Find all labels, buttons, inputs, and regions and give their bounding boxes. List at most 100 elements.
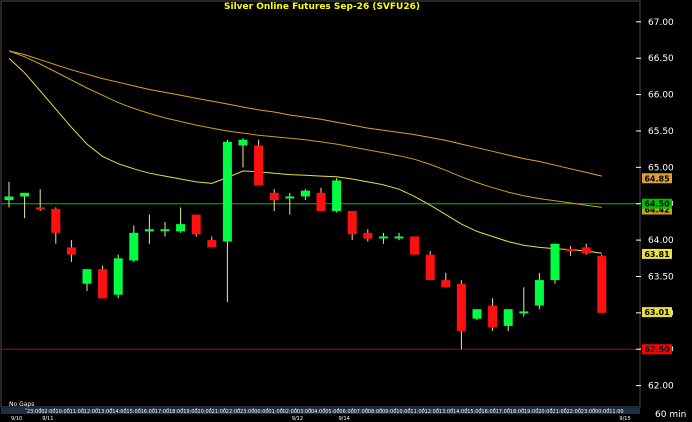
candle-down bbox=[581, 247, 591, 254]
x-time-label: 22:00 bbox=[226, 409, 240, 415]
candle-down bbox=[441, 280, 451, 288]
x-time-label: 01:00 bbox=[268, 409, 282, 415]
price-tag-label: 64.50 bbox=[644, 200, 670, 209]
x-time-label: 16:00 bbox=[141, 409, 155, 415]
candle-up bbox=[394, 236, 404, 239]
candle-up bbox=[519, 311, 529, 314]
candle-down bbox=[51, 208, 61, 233]
candle-down bbox=[488, 305, 498, 328]
candle-down bbox=[316, 192, 326, 211]
price-tag-label: 62.50 bbox=[644, 345, 670, 354]
x-time-label: 22:00 bbox=[567, 409, 581, 415]
x-time-label: 14:00 bbox=[112, 409, 126, 415]
x-time-label: 12:00 bbox=[84, 409, 98, 415]
candle-down bbox=[191, 214, 201, 235]
x-time-label: 20:00 bbox=[538, 409, 552, 415]
x-time-label: 00:00 bbox=[595, 409, 609, 415]
x-time-label: 15:00 bbox=[467, 409, 481, 415]
candle-down bbox=[254, 145, 264, 186]
x-date-label: 9/15 bbox=[619, 416, 630, 422]
price-tag-label: 63.81 bbox=[644, 250, 670, 259]
candle-up bbox=[300, 190, 310, 197]
x-time-label: 12:00 bbox=[425, 409, 439, 415]
candle-down bbox=[98, 269, 108, 299]
candle-up bbox=[472, 309, 482, 319]
y-tick-label: 67.00 bbox=[648, 18, 674, 28]
candle-up bbox=[238, 139, 248, 146]
x-time-label: 17:00 bbox=[496, 409, 510, 415]
candle-down bbox=[66, 247, 76, 255]
chart-title: Silver Online Futures Sep-26 (SVFU26) bbox=[224, 2, 420, 12]
candle-up bbox=[82, 269, 92, 284]
x-time-label: 14:00 bbox=[453, 409, 467, 415]
candle-up bbox=[113, 258, 123, 295]
x-date-label: 9/10 bbox=[11, 416, 22, 422]
price-tag-label: 63.01 bbox=[644, 308, 670, 317]
x-time-label: 11:00 bbox=[70, 409, 84, 415]
candle-up bbox=[332, 180, 342, 211]
candle-up bbox=[503, 309, 513, 326]
candle-down bbox=[347, 211, 357, 235]
x-time-label: 07:00 bbox=[354, 409, 368, 415]
x-time-label: 21:00 bbox=[552, 409, 566, 415]
candle-down bbox=[597, 256, 607, 313]
x-time-label: 02:00 bbox=[283, 409, 297, 415]
x-time-label: 19:00 bbox=[524, 409, 538, 415]
y-tick-label: 65.00 bbox=[648, 163, 674, 173]
y-tick-label: 66.00 bbox=[648, 91, 674, 101]
x-time-label: 11:00 bbox=[410, 409, 424, 415]
x-date-label: 9/14 bbox=[339, 416, 350, 422]
interval-label: 60 min bbox=[655, 410, 686, 420]
x-time-label: 21:00 bbox=[212, 409, 226, 415]
candle-up bbox=[160, 229, 170, 232]
x-time-label: 20:00 bbox=[197, 409, 211, 415]
candle-up bbox=[4, 196, 14, 201]
candle-up bbox=[378, 236, 388, 239]
x-time-label: 19:00 bbox=[183, 409, 197, 415]
candle-up bbox=[534, 280, 544, 306]
candle-down bbox=[35, 207, 45, 210]
candle-down bbox=[269, 192, 279, 201]
candle-down bbox=[456, 283, 466, 332]
y-tick-label: 64.00 bbox=[648, 236, 674, 246]
x-time-label: 23:00 bbox=[581, 409, 595, 415]
x-time-label: 09:00 bbox=[382, 409, 396, 415]
candle-up bbox=[176, 224, 186, 232]
candle-up bbox=[144, 229, 154, 232]
chart-background bbox=[0, 0, 692, 422]
price-tag-label: 64.85 bbox=[644, 174, 670, 183]
x-date-label: 9/11 bbox=[42, 416, 53, 422]
candle-up bbox=[222, 141, 232, 242]
price-chart[interactable]: Silver Online Futures Sep-26 (SVFU26) 67… bbox=[0, 0, 692, 422]
candle-up bbox=[550, 243, 560, 281]
candle-down bbox=[566, 248, 576, 252]
candle-up bbox=[129, 232, 139, 261]
x-time-label: 18:00 bbox=[510, 409, 524, 415]
y-tick-label: 65.50 bbox=[648, 127, 674, 137]
x-time-label: 17:00 bbox=[155, 409, 169, 415]
no-gaps-label: No Gaps bbox=[9, 401, 34, 408]
x-time-label: 00:00 bbox=[254, 409, 268, 415]
candle-down bbox=[410, 236, 420, 255]
candle-up bbox=[285, 196, 295, 199]
x-time-label: 08:00 bbox=[368, 409, 382, 415]
x-time-label: 23:00 bbox=[240, 409, 254, 415]
x-time-label: 15:00 bbox=[126, 409, 140, 415]
candle-down bbox=[207, 240, 217, 248]
candle-down bbox=[363, 232, 373, 239]
x-time-label: 10:00 bbox=[55, 409, 69, 415]
x-time-label: 16:00 bbox=[481, 409, 495, 415]
x-time-label: 02:00 bbox=[41, 409, 55, 415]
x-date-label: 9/12 bbox=[292, 416, 303, 422]
x-time-label: 23:00 bbox=[27, 409, 41, 415]
x-time-label: 06:00 bbox=[339, 409, 353, 415]
candle-up bbox=[20, 192, 30, 197]
x-time-label: 18:00 bbox=[169, 409, 183, 415]
x-time-label: 13:00 bbox=[439, 409, 453, 415]
x-time-label: 11:00 bbox=[609, 409, 623, 415]
x-time-label: 03:00 bbox=[297, 409, 311, 415]
x-time-label: 13:00 bbox=[98, 409, 112, 415]
candle-down bbox=[425, 254, 435, 281]
x-time-label: 04:00 bbox=[311, 409, 325, 415]
y-tick-label: 63.50 bbox=[648, 272, 674, 282]
